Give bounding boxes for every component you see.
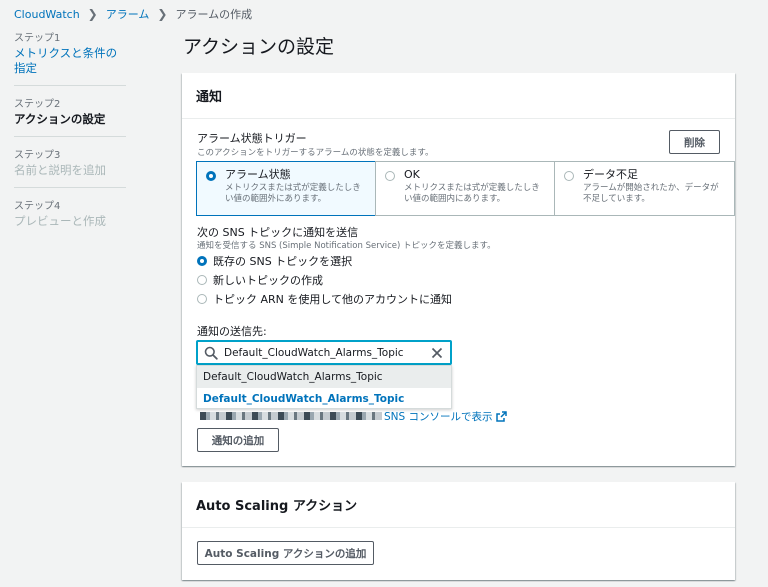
- notification-panel-header: 通知: [182, 73, 735, 119]
- radio-icon: [385, 171, 395, 181]
- step-2-title: アクションの設定: [14, 112, 106, 126]
- radio-checked-icon: [206, 171, 216, 181]
- chevron-right-icon: ❯: [87, 7, 98, 21]
- tile-title: データ不足: [583, 168, 638, 181]
- breadcrumb-current: アラームの作成: [175, 8, 253, 21]
- redacted-arn: [200, 412, 382, 420]
- step-4: ステップ4 プレビューと作成: [14, 200, 126, 238]
- topic-search-input[interactable]: Default_CloudWatch_Alarms_Topic: [196, 340, 452, 365]
- step-number: ステップ1: [14, 33, 61, 44]
- radio-icon: [197, 275, 207, 285]
- sns-description: 通知を受信する SNS (Simple Notification Service…: [197, 241, 496, 251]
- step-4-title: プレビューと作成: [14, 214, 106, 228]
- step-number: ステップ4: [14, 201, 61, 212]
- add-autoscaling-button[interactable]: Auto Scaling アクションの追加: [197, 541, 374, 565]
- radio-label: トピック ARN を使用して他のアカウントに通知: [213, 293, 453, 306]
- sns-label: 次の SNS トピックに通知を送信: [197, 226, 359, 239]
- radio-icon: [564, 171, 574, 181]
- chevron-right-icon: ❯: [157, 7, 168, 21]
- page-title: アクションの設定: [183, 36, 335, 58]
- dropdown-option[interactable]: Default_CloudWatch_Alarms_Topic: [197, 366, 451, 388]
- wizard-steps: ステップ1 メトリクスと条件の指定 ステップ2 アクションの設定 ステップ3 名…: [14, 32, 126, 250]
- breadcrumb-alarms-link[interactable]: アラーム: [106, 6, 150, 22]
- topic-dropdown: Default_CloudWatch_Alarms_Topic Default_…: [196, 365, 452, 409]
- search-icon: [204, 346, 218, 360]
- tile-description: メトリクスまたは式が定義したしきい値の範囲外にあります。: [225, 183, 361, 204]
- tile-alarm-state[interactable]: アラーム状態 メトリクスまたは式が定義したしきい値の範囲外にあります。: [196, 161, 377, 216]
- tile-insufficient-data[interactable]: データ不足 アラームが開始されたか、データが不足しています。: [554, 161, 735, 216]
- radio-new-topic[interactable]: 新しいトピックの作成: [197, 272, 323, 288]
- step-3-title: 名前と説明を追加: [14, 163, 106, 177]
- dropdown-option[interactable]: Default_CloudWatch_Alarms_Topic: [197, 388, 451, 410]
- tile-title: OK: [404, 168, 420, 181]
- radio-icon: [197, 294, 207, 304]
- send-to-label: 通知の送信先:: [197, 325, 267, 338]
- step-2: ステップ2 アクションの設定: [14, 98, 126, 137]
- remove-button[interactable]: 削除: [669, 130, 720, 154]
- step-number: ステップ3: [14, 150, 61, 161]
- radio-checked-icon: [197, 256, 207, 266]
- add-notification-button[interactable]: 通知の追加: [197, 428, 279, 452]
- autoscaling-panel-header: Auto Scaling アクション: [182, 482, 735, 528]
- step-1: ステップ1 メトリクスと条件の指定: [14, 32, 126, 86]
- trigger-description: このアクションをトリガーするアラームの状態を定義します。: [197, 148, 434, 158]
- radio-existing-topic[interactable]: 既存の SNS トピックを選択: [197, 253, 352, 269]
- step-number: ステップ2: [14, 99, 61, 110]
- breadcrumb: CloudWatch ❯ アラーム ❯ アラームの作成: [14, 6, 252, 22]
- sns-console-link[interactable]: SNS コンソールで表示: [384, 409, 493, 424]
- search-value: Default_CloudWatch_Alarms_Topic: [224, 346, 404, 359]
- radio-label: 既存の SNS トピックを選択: [213, 255, 353, 268]
- tile-description: アラームが開始されたか、データが不足しています。: [583, 183, 719, 204]
- tile-title: アラーム状態: [225, 168, 291, 181]
- trigger-label: アラーム状態トリガー: [197, 132, 307, 145]
- tile-description: メトリクスまたは式が定義したしきい値の範囲内にあります。: [404, 183, 540, 204]
- breadcrumb-cloudwatch-link[interactable]: CloudWatch: [14, 8, 80, 21]
- autoscaling-panel: Auto Scaling アクション: [182, 482, 735, 580]
- external-link-icon[interactable]: [495, 410, 507, 422]
- radio-label: 新しいトピックの作成: [213, 274, 323, 287]
- step-1-link[interactable]: メトリクスと条件の指定: [14, 46, 126, 76]
- step-3: ステップ3 名前と説明を追加: [14, 149, 126, 188]
- tile-ok[interactable]: OK メトリクスまたは式が定義したしきい値の範囲内にあります。: [375, 161, 556, 216]
- radio-topic-arn[interactable]: トピック ARN を使用して他のアカウントに通知: [197, 291, 452, 307]
- clear-icon[interactable]: [430, 346, 444, 360]
- topic-arn-row: SNS コンソールで表示: [200, 409, 507, 423]
